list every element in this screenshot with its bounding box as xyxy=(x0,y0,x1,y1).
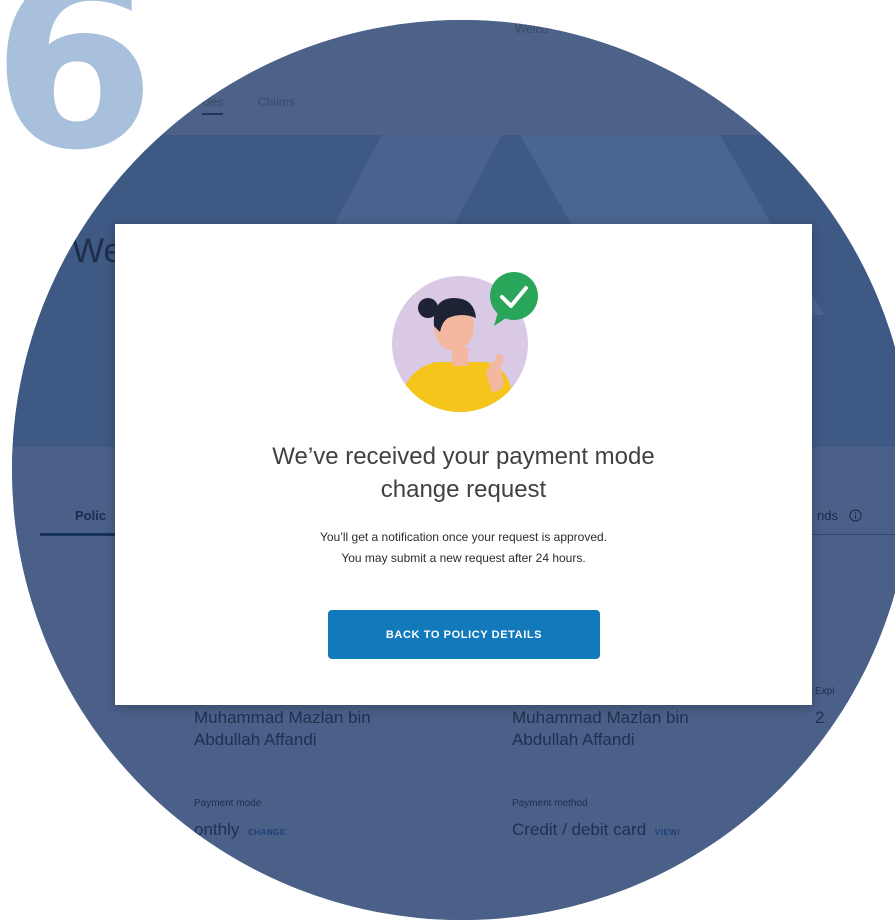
modal-title-line: We’ve received your payment mode xyxy=(272,443,655,470)
tab-divider xyxy=(802,534,895,535)
nav-tab-policies[interactable]: cies xyxy=(202,95,224,115)
payment-method-value: Credit / debit card VIEW/ xyxy=(512,819,680,844)
back-to-policy-details-button[interactable]: BACK TO POLICY DETAILS xyxy=(328,610,600,659)
tab-funds-label: nds xyxy=(817,508,838,523)
modal-message-line: You may submit a new request after 24 ho… xyxy=(341,551,586,565)
policy-owner-name: Muhammad Mazlan bin Abdullah Affandi xyxy=(194,707,371,751)
info-icon[interactable] xyxy=(848,509,862,522)
name-line: Muhammad Mazlan bin xyxy=(512,708,689,727)
view-payment-method-link[interactable]: VIEW/ xyxy=(655,828,680,837)
change-payment-mode-link[interactable]: CHANGE xyxy=(248,828,286,837)
name-line: Abdullah Affandi xyxy=(512,730,635,749)
name-line: Abdullah Affandi xyxy=(194,730,317,749)
modal-title-line: change request xyxy=(380,476,547,503)
confirmation-modal: We’ve received your payment mode change … xyxy=(115,224,812,705)
payment-mode-label: Payment mode xyxy=(194,798,262,809)
person-thumbs-up-with-check-icon xyxy=(392,272,538,412)
payment-mode-text: onthly xyxy=(194,820,240,839)
tab-policy-details[interactable]: Polic xyxy=(75,508,106,523)
expiry-value: 2 xyxy=(815,708,825,727)
modal-title: We’ve received your payment mode change … xyxy=(115,440,812,506)
screenshot-circle: Welco cies Claims We Polic nds Muhammad … xyxy=(12,20,895,920)
payment-mode-value: onthly CHANGE xyxy=(194,819,286,844)
insured-name: Muhammad Mazlan bin Abdullah Affandi xyxy=(512,707,689,751)
tab-funds[interactable]: nds xyxy=(817,508,862,523)
welcome-text: Welco xyxy=(515,22,549,36)
name-line: Muhammad Mazlan bin xyxy=(194,708,371,727)
modal-message-line: You’ll get a notification once your requ… xyxy=(319,530,608,544)
page-header: Welco cies Claims xyxy=(12,20,895,135)
modal-message: You’ll get a notification once your requ… xyxy=(115,527,812,569)
payment-method-label: Payment method xyxy=(512,798,588,809)
expiry-label: Expi xyxy=(815,686,835,697)
payment-method-text: Credit / debit card xyxy=(512,820,647,839)
nav-tab-claims[interactable]: Claims xyxy=(258,95,295,109)
